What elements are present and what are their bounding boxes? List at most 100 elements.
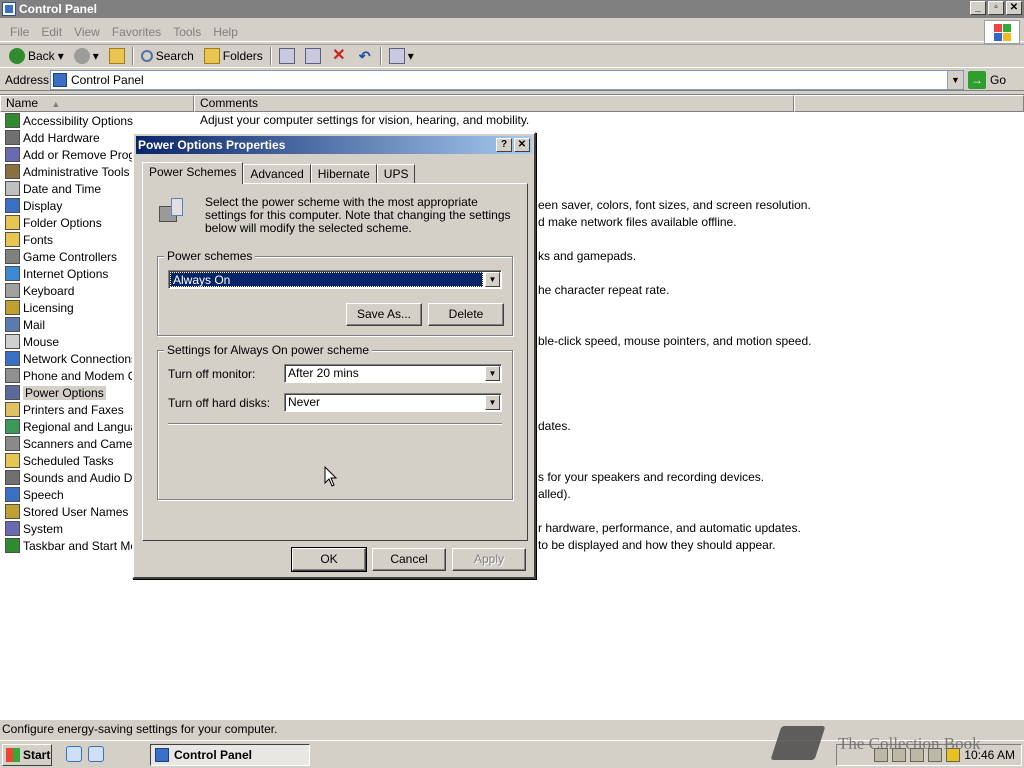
- chevron-down-icon[interactable]: ▼: [485, 395, 500, 410]
- menu-help[interactable]: Help: [207, 25, 244, 39]
- item-icon: [5, 130, 20, 145]
- menu-tools[interactable]: Tools: [167, 25, 207, 39]
- menu-favorites[interactable]: Favorites: [106, 25, 167, 39]
- item-comment: Adjust your computer settings for vision…: [200, 113, 530, 127]
- delete-scheme-button[interactable]: Delete: [428, 303, 504, 326]
- menu-bar: File Edit View Favorites Tools Help: [0, 22, 1024, 42]
- item-icon: [5, 521, 20, 536]
- tab-ups[interactable]: UPS: [376, 164, 416, 184]
- chevron-down-icon[interactable]: ▾: [408, 49, 414, 63]
- help-button[interactable]: ?: [496, 138, 512, 152]
- list-item-label: Mouse: [23, 334, 60, 349]
- cancel-button[interactable]: Cancel: [372, 548, 446, 571]
- up-folder-icon: [108, 48, 125, 64]
- column-header-empty[interactable]: [794, 95, 1024, 112]
- forward-arrow-icon: [73, 48, 90, 64]
- list-item-label: Accessibility Options: [23, 113, 134, 128]
- chevron-down-icon[interactable]: ▼: [485, 366, 500, 381]
- item-icon: [5, 232, 20, 247]
- window-title-bar[interactable]: Control Panel _ ▫ ✕: [0, 0, 1024, 18]
- menu-view[interactable]: View: [68, 25, 106, 39]
- internet-explorer-icon[interactable]: [88, 746, 104, 762]
- warning-icon[interactable]: [946, 748, 961, 762]
- show-desktop-icon[interactable]: [66, 746, 82, 762]
- copy-to-button[interactable]: [300, 45, 326, 67]
- status-text: Configure energy-saving settings for you…: [2, 722, 278, 736]
- list-item-label: Fonts: [23, 232, 54, 247]
- power-scheme-select[interactable]: Always On ▼: [168, 270, 502, 289]
- search-button[interactable]: Search: [136, 45, 199, 67]
- undo-button[interactable]: ↶: [352, 45, 378, 67]
- delete-icon: ✕: [332, 47, 346, 64]
- hard-disks-timeout-value: Never: [288, 395, 321, 409]
- folders-label: Folders: [222, 49, 263, 63]
- move-to-icon: [278, 48, 295, 64]
- restore-button[interactable]: ▫: [988, 1, 1004, 15]
- list-item-label: Power Options: [23, 385, 106, 400]
- menu-edit[interactable]: Edit: [35, 25, 68, 39]
- item-icon: [5, 504, 20, 519]
- undo-icon: ↶: [358, 48, 371, 64]
- dialog-close-button[interactable]: ✕: [514, 138, 530, 152]
- tab-hibernate[interactable]: Hibernate: [310, 164, 377, 184]
- views-button[interactable]: ▾: [384, 45, 419, 67]
- chevron-down-icon[interactable]: ▼: [485, 272, 500, 287]
- tab-advanced[interactable]: Advanced: [243, 164, 311, 184]
- address-label: Address: [5, 72, 50, 87]
- quick-launch: [66, 746, 104, 762]
- address-input[interactable]: Control Panel ▼: [50, 70, 964, 90]
- go-label: Go: [990, 73, 1007, 87]
- move-to-button[interactable]: [274, 45, 300, 67]
- address-value: Control Panel: [71, 73, 144, 87]
- save-as-button[interactable]: Save As...: [346, 303, 422, 326]
- item-icon: [5, 181, 20, 196]
- scheme-settings-legend: Settings for Always On power scheme: [164, 343, 373, 357]
- dialog-title-bar[interactable]: Power Options Properties: [136, 136, 532, 154]
- list-item[interactable]: Accessibility Options: [0, 112, 194, 129]
- tray-icon[interactable]: [928, 748, 943, 762]
- minimize-button[interactable]: _: [970, 1, 986, 15]
- views-icon: [388, 48, 405, 64]
- list-item-label: Network Connections: [23, 351, 138, 366]
- column-header-name[interactable]: Name ▲: [0, 95, 194, 112]
- apply-button[interactable]: Apply: [452, 548, 526, 571]
- close-button[interactable]: ✕: [1006, 1, 1022, 15]
- clock[interactable]: 10:46 AM: [964, 748, 1015, 762]
- list-item-label: Scheduled Tasks: [23, 453, 114, 468]
- item-comment: he character repeat rate.: [538, 283, 670, 297]
- chevron-down-icon[interactable]: ▼: [947, 71, 963, 89]
- chevron-down-icon[interactable]: ▾: [58, 49, 64, 63]
- forward-button[interactable]: ▾: [69, 45, 104, 67]
- hard-disks-timeout-select[interactable]: Never ▼: [284, 393, 502, 412]
- control-panel-icon: [2, 2, 16, 16]
- column-header-comments[interactable]: Comments: [194, 95, 794, 112]
- chevron-down-icon[interactable]: ▾: [93, 49, 99, 63]
- menu-file[interactable]: File: [4, 25, 35, 39]
- item-icon: [5, 317, 20, 332]
- list-item-label: Game Controllers: [23, 249, 118, 264]
- toolbar-separator: [269, 47, 272, 65]
- taskbar-control-panel-button[interactable]: Control Panel: [150, 744, 310, 766]
- delete-button[interactable]: ✕: [326, 45, 352, 67]
- start-button[interactable]: Start: [2, 744, 52, 766]
- back-button[interactable]: Back ▾: [4, 45, 69, 67]
- item-icon: [5, 419, 20, 434]
- tray-icon[interactable]: [910, 748, 925, 762]
- copy-to-icon: [304, 48, 321, 64]
- go-button[interactable]: → Go: [968, 69, 1006, 91]
- list-item-label: Mail: [23, 317, 46, 332]
- taskbar: Start Control Panel 10:46 AM: [0, 740, 1024, 768]
- column-comments-label: Comments: [200, 96, 259, 110]
- power-plug-icon: [157, 196, 189, 228]
- system-tray: 10:46 AM: [836, 744, 1022, 766]
- monitor-timeout-select[interactable]: After 20 mins ▼: [284, 364, 502, 383]
- ok-button[interactable]: OK: [291, 547, 367, 572]
- up-folder-button[interactable]: [104, 45, 130, 67]
- folders-button[interactable]: Folders: [199, 45, 268, 67]
- folders-icon: [203, 48, 220, 64]
- tray-icon[interactable]: [892, 748, 907, 762]
- back-label: Back: [28, 49, 55, 63]
- item-icon: [5, 113, 20, 128]
- tab-power-schemes[interactable]: Power Schemes: [142, 162, 244, 184]
- tray-icon[interactable]: [874, 748, 889, 762]
